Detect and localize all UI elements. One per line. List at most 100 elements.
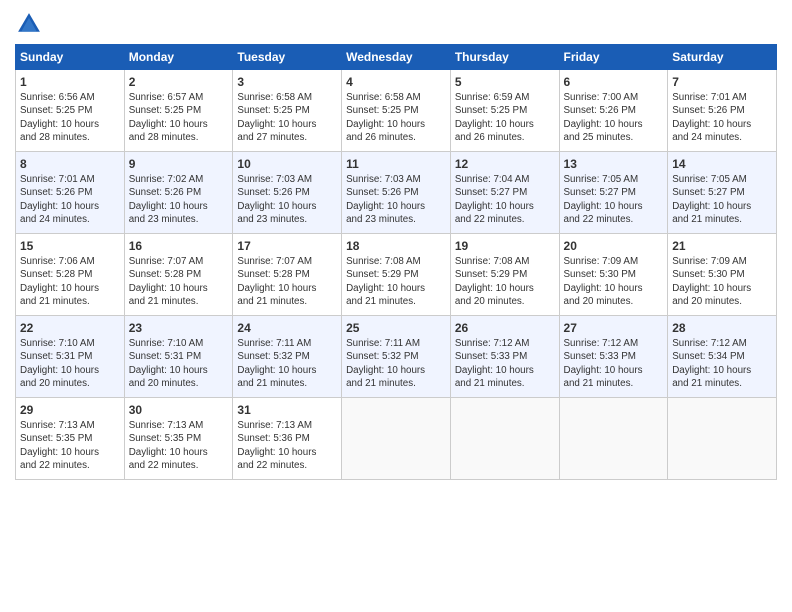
calendar-cell: 30Sunrise: 7:13 AM Sunset: 5:35 PM Dayli… bbox=[124, 398, 233, 480]
day-info: Sunrise: 7:01 AM Sunset: 5:26 PM Dayligh… bbox=[672, 91, 772, 144]
day-number: 6 bbox=[564, 74, 664, 90]
calendar-week-row: 29Sunrise: 7:13 AM Sunset: 5:35 PM Dayli… bbox=[16, 398, 777, 480]
calendar-cell: 19Sunrise: 7:08 AM Sunset: 5:29 PM Dayli… bbox=[450, 234, 559, 316]
page-container: SundayMondayTuesdayWednesdayThursdayFrid… bbox=[0, 0, 792, 490]
calendar-cell: 5Sunrise: 6:59 AM Sunset: 5:25 PM Daylig… bbox=[450, 70, 559, 152]
calendar-cell: 23Sunrise: 7:10 AM Sunset: 5:31 PM Dayli… bbox=[124, 316, 233, 398]
calendar-cell: 16Sunrise: 7:07 AM Sunset: 5:28 PM Dayli… bbox=[124, 234, 233, 316]
day-number: 5 bbox=[455, 74, 555, 90]
day-number: 20 bbox=[564, 238, 664, 254]
calendar-cell bbox=[450, 398, 559, 480]
calendar-cell: 18Sunrise: 7:08 AM Sunset: 5:29 PM Dayli… bbox=[342, 234, 451, 316]
day-number: 27 bbox=[564, 320, 664, 336]
day-number: 25 bbox=[346, 320, 446, 336]
day-info: Sunrise: 7:12 AM Sunset: 5:34 PM Dayligh… bbox=[672, 337, 772, 390]
day-info: Sunrise: 7:05 AM Sunset: 5:27 PM Dayligh… bbox=[672, 173, 772, 226]
day-number: 31 bbox=[237, 402, 337, 418]
calendar-cell: 2Sunrise: 6:57 AM Sunset: 5:25 PM Daylig… bbox=[124, 70, 233, 152]
day-info: Sunrise: 7:11 AM Sunset: 5:32 PM Dayligh… bbox=[237, 337, 337, 390]
day-info: Sunrise: 7:07 AM Sunset: 5:28 PM Dayligh… bbox=[129, 255, 229, 308]
day-number: 1 bbox=[20, 74, 120, 90]
day-info: Sunrise: 7:12 AM Sunset: 5:33 PM Dayligh… bbox=[455, 337, 555, 390]
day-number: 13 bbox=[564, 156, 664, 172]
day-info: Sunrise: 7:05 AM Sunset: 5:27 PM Dayligh… bbox=[564, 173, 664, 226]
day-number: 18 bbox=[346, 238, 446, 254]
day-number: 12 bbox=[455, 156, 555, 172]
day-number: 21 bbox=[672, 238, 772, 254]
calendar-cell: 27Sunrise: 7:12 AM Sunset: 5:33 PM Dayli… bbox=[559, 316, 668, 398]
weekday-header: Tuesday bbox=[233, 45, 342, 70]
calendar-cell: 17Sunrise: 7:07 AM Sunset: 5:28 PM Dayli… bbox=[233, 234, 342, 316]
day-number: 11 bbox=[346, 156, 446, 172]
day-info: Sunrise: 7:09 AM Sunset: 5:30 PM Dayligh… bbox=[564, 255, 664, 308]
calendar-cell: 31Sunrise: 7:13 AM Sunset: 5:36 PM Dayli… bbox=[233, 398, 342, 480]
calendar-cell bbox=[559, 398, 668, 480]
calendar-cell: 28Sunrise: 7:12 AM Sunset: 5:34 PM Dayli… bbox=[668, 316, 777, 398]
day-number: 26 bbox=[455, 320, 555, 336]
day-info: Sunrise: 7:13 AM Sunset: 5:35 PM Dayligh… bbox=[129, 419, 229, 472]
day-info: Sunrise: 7:10 AM Sunset: 5:31 PM Dayligh… bbox=[129, 337, 229, 390]
day-info: Sunrise: 7:11 AM Sunset: 5:32 PM Dayligh… bbox=[346, 337, 446, 390]
day-info: Sunrise: 6:56 AM Sunset: 5:25 PM Dayligh… bbox=[20, 91, 120, 144]
weekday-header: Wednesday bbox=[342, 45, 451, 70]
calendar-header-row: SundayMondayTuesdayWednesdayThursdayFrid… bbox=[16, 45, 777, 70]
calendar-cell: 12Sunrise: 7:04 AM Sunset: 5:27 PM Dayli… bbox=[450, 152, 559, 234]
day-number: 14 bbox=[672, 156, 772, 172]
logo bbox=[15, 10, 47, 38]
day-info: Sunrise: 7:08 AM Sunset: 5:29 PM Dayligh… bbox=[346, 255, 446, 308]
day-number: 4 bbox=[346, 74, 446, 90]
day-info: Sunrise: 7:06 AM Sunset: 5:28 PM Dayligh… bbox=[20, 255, 120, 308]
calendar-cell: 14Sunrise: 7:05 AM Sunset: 5:27 PM Dayli… bbox=[668, 152, 777, 234]
calendar-week-row: 15Sunrise: 7:06 AM Sunset: 5:28 PM Dayli… bbox=[16, 234, 777, 316]
calendar-cell: 29Sunrise: 7:13 AM Sunset: 5:35 PM Dayli… bbox=[16, 398, 125, 480]
day-number: 28 bbox=[672, 320, 772, 336]
weekday-header: Monday bbox=[124, 45, 233, 70]
calendar-cell: 20Sunrise: 7:09 AM Sunset: 5:30 PM Dayli… bbox=[559, 234, 668, 316]
day-info: Sunrise: 6:59 AM Sunset: 5:25 PM Dayligh… bbox=[455, 91, 555, 144]
day-info: Sunrise: 7:08 AM Sunset: 5:29 PM Dayligh… bbox=[455, 255, 555, 308]
day-info: Sunrise: 7:07 AM Sunset: 5:28 PM Dayligh… bbox=[237, 255, 337, 308]
day-info: Sunrise: 6:57 AM Sunset: 5:25 PM Dayligh… bbox=[129, 91, 229, 144]
day-info: Sunrise: 6:58 AM Sunset: 5:25 PM Dayligh… bbox=[237, 91, 337, 144]
calendar-cell: 24Sunrise: 7:11 AM Sunset: 5:32 PM Dayli… bbox=[233, 316, 342, 398]
calendar-cell: 1Sunrise: 6:56 AM Sunset: 5:25 PM Daylig… bbox=[16, 70, 125, 152]
day-number: 8 bbox=[20, 156, 120, 172]
day-number: 16 bbox=[129, 238, 229, 254]
day-info: Sunrise: 7:03 AM Sunset: 5:26 PM Dayligh… bbox=[346, 173, 446, 226]
day-number: 19 bbox=[455, 238, 555, 254]
day-number: 2 bbox=[129, 74, 229, 90]
calendar-cell: 25Sunrise: 7:11 AM Sunset: 5:32 PM Dayli… bbox=[342, 316, 451, 398]
calendar-week-row: 1Sunrise: 6:56 AM Sunset: 5:25 PM Daylig… bbox=[16, 70, 777, 152]
day-number: 15 bbox=[20, 238, 120, 254]
calendar-cell: 6Sunrise: 7:00 AM Sunset: 5:26 PM Daylig… bbox=[559, 70, 668, 152]
calendar-cell: 21Sunrise: 7:09 AM Sunset: 5:30 PM Dayli… bbox=[668, 234, 777, 316]
day-info: Sunrise: 7:12 AM Sunset: 5:33 PM Dayligh… bbox=[564, 337, 664, 390]
day-number: 9 bbox=[129, 156, 229, 172]
day-info: Sunrise: 7:10 AM Sunset: 5:31 PM Dayligh… bbox=[20, 337, 120, 390]
weekday-header: Thursday bbox=[450, 45, 559, 70]
day-info: Sunrise: 7:01 AM Sunset: 5:26 PM Dayligh… bbox=[20, 173, 120, 226]
day-number: 3 bbox=[237, 74, 337, 90]
calendar-cell: 8Sunrise: 7:01 AM Sunset: 5:26 PM Daylig… bbox=[16, 152, 125, 234]
day-number: 7 bbox=[672, 74, 772, 90]
calendar-cell: 9Sunrise: 7:02 AM Sunset: 5:26 PM Daylig… bbox=[124, 152, 233, 234]
day-info: Sunrise: 7:09 AM Sunset: 5:30 PM Dayligh… bbox=[672, 255, 772, 308]
weekday-header: Friday bbox=[559, 45, 668, 70]
calendar-cell: 7Sunrise: 7:01 AM Sunset: 5:26 PM Daylig… bbox=[668, 70, 777, 152]
calendar-week-row: 8Sunrise: 7:01 AM Sunset: 5:26 PM Daylig… bbox=[16, 152, 777, 234]
day-info: Sunrise: 7:02 AM Sunset: 5:26 PM Dayligh… bbox=[129, 173, 229, 226]
day-number: 23 bbox=[129, 320, 229, 336]
calendar-cell: 13Sunrise: 7:05 AM Sunset: 5:27 PM Dayli… bbox=[559, 152, 668, 234]
day-info: Sunrise: 6:58 AM Sunset: 5:25 PM Dayligh… bbox=[346, 91, 446, 144]
calendar-cell bbox=[342, 398, 451, 480]
header bbox=[15, 10, 777, 38]
day-number: 17 bbox=[237, 238, 337, 254]
day-info: Sunrise: 7:04 AM Sunset: 5:27 PM Dayligh… bbox=[455, 173, 555, 226]
calendar-cell: 3Sunrise: 6:58 AM Sunset: 5:25 PM Daylig… bbox=[233, 70, 342, 152]
calendar-table: SundayMondayTuesdayWednesdayThursdayFrid… bbox=[15, 44, 777, 480]
calendar-cell: 22Sunrise: 7:10 AM Sunset: 5:31 PM Dayli… bbox=[16, 316, 125, 398]
day-info: Sunrise: 7:00 AM Sunset: 5:26 PM Dayligh… bbox=[564, 91, 664, 144]
day-number: 22 bbox=[20, 320, 120, 336]
day-info: Sunrise: 7:13 AM Sunset: 5:35 PM Dayligh… bbox=[20, 419, 120, 472]
day-number: 10 bbox=[237, 156, 337, 172]
